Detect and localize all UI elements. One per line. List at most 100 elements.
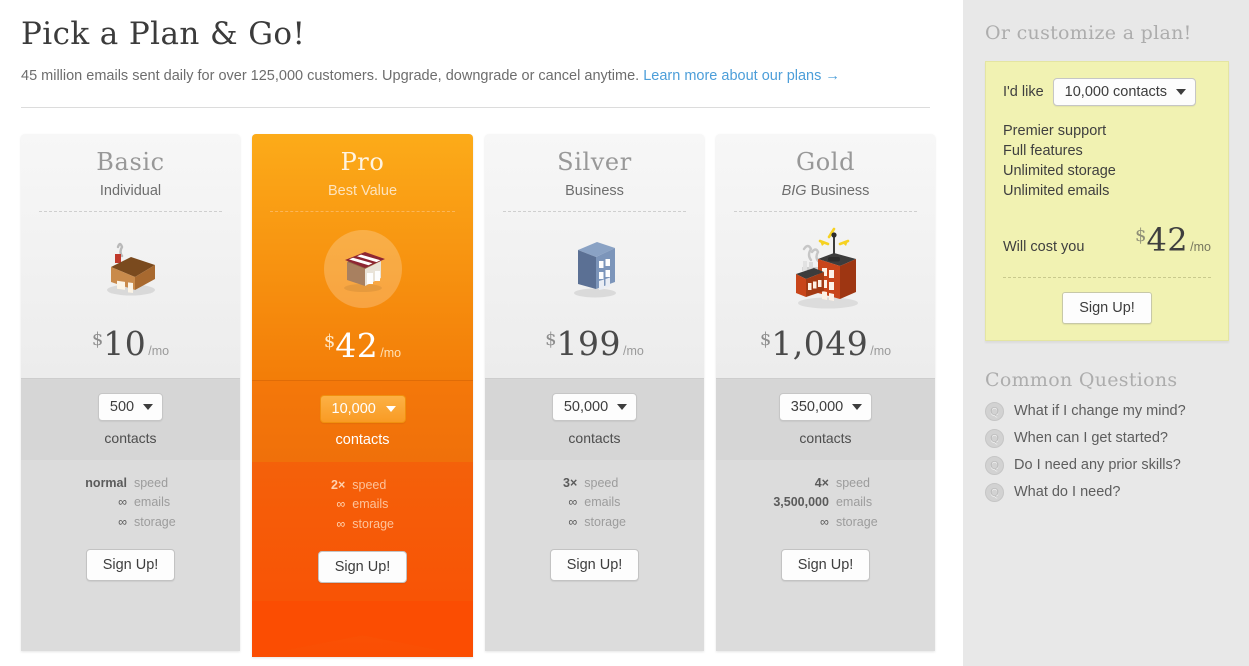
signup-button[interactable]: Sign Up! bbox=[780, 548, 871, 581]
plan-price: $10/mo bbox=[31, 324, 230, 378]
spec-value: 2× bbox=[331, 477, 346, 492]
spec-key: emails bbox=[835, 495, 873, 510]
plan-head: Pro Best Value $42 /mo bbox=[252, 134, 473, 380]
contacts-value: 50,000 bbox=[563, 398, 609, 415]
spec-table: 4× speed 3,500,000 emails ∞ storage bbox=[773, 476, 877, 535]
contacts-label: contacts bbox=[335, 431, 390, 448]
signup-button[interactable]: Sign Up! bbox=[85, 548, 176, 581]
price-amount: 10 bbox=[103, 323, 147, 363]
spec-value: 4× bbox=[814, 475, 829, 490]
contacts-amount-select[interactable]: 10,000 contacts bbox=[1052, 77, 1197, 106]
question-icon: Q bbox=[985, 455, 1004, 475]
contacts-select[interactable]: 350,000 bbox=[778, 392, 873, 421]
signup-button[interactable]: Sign Up! bbox=[549, 548, 640, 581]
spec-row: ∞ storage bbox=[563, 515, 626, 535]
spec-row: normal speed bbox=[85, 476, 175, 496]
plan-name: Pro bbox=[340, 148, 385, 176]
currency-symbol: $ bbox=[1134, 224, 1147, 246]
chevron-down-icon bbox=[143, 403, 154, 410]
question-icon: Q bbox=[985, 401, 1004, 421]
plan-head: Basic Individual $10 /mo bbox=[21, 134, 240, 378]
plan-price: $199/mo bbox=[495, 324, 694, 378]
plan-card-pro[interactable]: Pro Best Value $42 /mo 10,000 contacts 2… bbox=[252, 134, 473, 657]
faq-item[interactable]: Q Do I need any prior skills? bbox=[985, 455, 1229, 475]
spec-row: ∞ emails bbox=[85, 495, 175, 515]
page-subtitle: 45 million emails sent daily for over 12… bbox=[21, 66, 963, 86]
spec-row: ∞ emails bbox=[331, 497, 394, 517]
card-ribbon-tail bbox=[485, 598, 704, 651]
spec-row: 3× speed bbox=[563, 476, 626, 496]
spec-value: 3× bbox=[563, 475, 578, 490]
spec-row: ∞ storage bbox=[331, 517, 394, 537]
faq-item[interactable]: Q When can I get started? bbox=[985, 428, 1229, 448]
sidebar: Or customize a plan! I'd like 10,000 con… bbox=[963, 0, 1249, 666]
plan-tagline-emphasis: BIG bbox=[781, 182, 807, 199]
contacts-band: 500 contacts bbox=[21, 377, 240, 460]
price-period: /mo bbox=[148, 343, 170, 358]
spec-table: 3× speed ∞ emails ∞ storage bbox=[563, 476, 626, 535]
contacts-value: 500 bbox=[109, 398, 135, 415]
faq-item[interactable]: Q What if I change my mind? bbox=[985, 401, 1229, 421]
question-icon: Q bbox=[985, 428, 1004, 448]
plan-price: $1,049/mo bbox=[726, 324, 925, 378]
plan-head: Silver Business $199 /mo bbox=[485, 134, 704, 378]
faq-text: What do I need? bbox=[1014, 484, 1121, 501]
currency-symbol: $ bbox=[759, 328, 772, 350]
contacts-label: contacts bbox=[799, 429, 852, 446]
spec-row: 4× speed bbox=[773, 476, 877, 496]
subtitle-text: 45 million emails sent daily for over 12… bbox=[21, 67, 640, 84]
spec-row: ∞ emails bbox=[563, 495, 626, 515]
pricing-page: Pick a Plan & Go! 45 million emails sent… bbox=[0, 0, 1249, 666]
spec-key: storage bbox=[835, 514, 878, 529]
spec-value: ∞ bbox=[820, 514, 829, 529]
spec-key: emails bbox=[133, 495, 171, 510]
spec-key: storage bbox=[352, 516, 394, 531]
plan-tagline: Best Value bbox=[327, 182, 398, 199]
faq-text: What if I change my mind? bbox=[1014, 403, 1186, 420]
contacts-select[interactable]: 500 bbox=[97, 392, 164, 421]
spec-row: ∞ storage bbox=[85, 514, 176, 535]
page-header: Pick a Plan & Go! 45 million emails sent… bbox=[0, 0, 963, 86]
icon-disc bbox=[323, 229, 402, 308]
customize-plan-title: Or customize a plan! bbox=[985, 22, 1192, 44]
contacts-select[interactable]: 50,000 bbox=[551, 392, 638, 421]
contacts-select[interactable]: 10,000 bbox=[319, 394, 406, 423]
cost-amount: 42 bbox=[1146, 220, 1189, 259]
signup-button[interactable]: Sign Up! bbox=[317, 550, 408, 583]
office-building-icon bbox=[573, 241, 616, 298]
main-content: Pick a Plan & Go! 45 million emails sent… bbox=[0, 0, 963, 666]
price-period: /mo bbox=[870, 343, 892, 358]
faq-text: Do I need any prior skills? bbox=[1014, 457, 1181, 474]
learn-more-link[interactable]: Learn more about our plans → bbox=[643, 68, 840, 84]
plan-icon-wrap bbox=[726, 212, 925, 324]
plan-card-silver[interactable]: Silver Business $199 /mo 50,000 contacts… bbox=[485, 134, 704, 657]
spec-key: speed bbox=[835, 475, 871, 490]
ild-label: I'd like bbox=[1003, 83, 1044, 100]
chevron-down-icon bbox=[852, 403, 863, 410]
plan-name: Silver bbox=[557, 148, 632, 176]
factory-icon bbox=[795, 227, 858, 309]
plan-icon-wrap bbox=[262, 212, 463, 326]
plan-tagline: Business bbox=[565, 182, 624, 199]
spec-value: ∞ bbox=[118, 514, 127, 529]
contacts-label: contacts bbox=[568, 429, 621, 446]
plan-card-gold[interactable]: Gold BIG Business $1,049 /mo 350,000 con… bbox=[716, 134, 935, 657]
contacts-value: 10,000 bbox=[331, 400, 376, 417]
plan-icon-wrap bbox=[495, 212, 694, 324]
customize-signup-button[interactable]: Sign Up! bbox=[1062, 291, 1152, 324]
plan-card-basic[interactable]: Basic Individual $10 /mo 500 contacts no… bbox=[21, 134, 240, 657]
plan-cards: Basic Individual $10 /mo 500 contacts no… bbox=[21, 134, 935, 657]
faq-text: When can I get started? bbox=[1014, 430, 1168, 447]
feature-item: Unlimited emails bbox=[1003, 182, 1110, 199]
price-period: /mo bbox=[623, 343, 644, 358]
spec-value: ∞ bbox=[568, 495, 578, 510]
faq-item[interactable]: Q What do I need? bbox=[985, 482, 1229, 502]
contacts-band: 10,000 contacts bbox=[252, 379, 473, 462]
customize-features: Premier support Full features Unlimited … bbox=[1003, 121, 1211, 201]
cost-period: /mo bbox=[1190, 239, 1211, 254]
spec-key: emails bbox=[352, 497, 389, 512]
card-ribbon-tail bbox=[252, 600, 473, 657]
price-amount: 199 bbox=[556, 323, 622, 363]
cost-label: Will cost you bbox=[1003, 238, 1085, 255]
faq-list: Q What if I change my mind? Q When can I… bbox=[985, 401, 1229, 502]
